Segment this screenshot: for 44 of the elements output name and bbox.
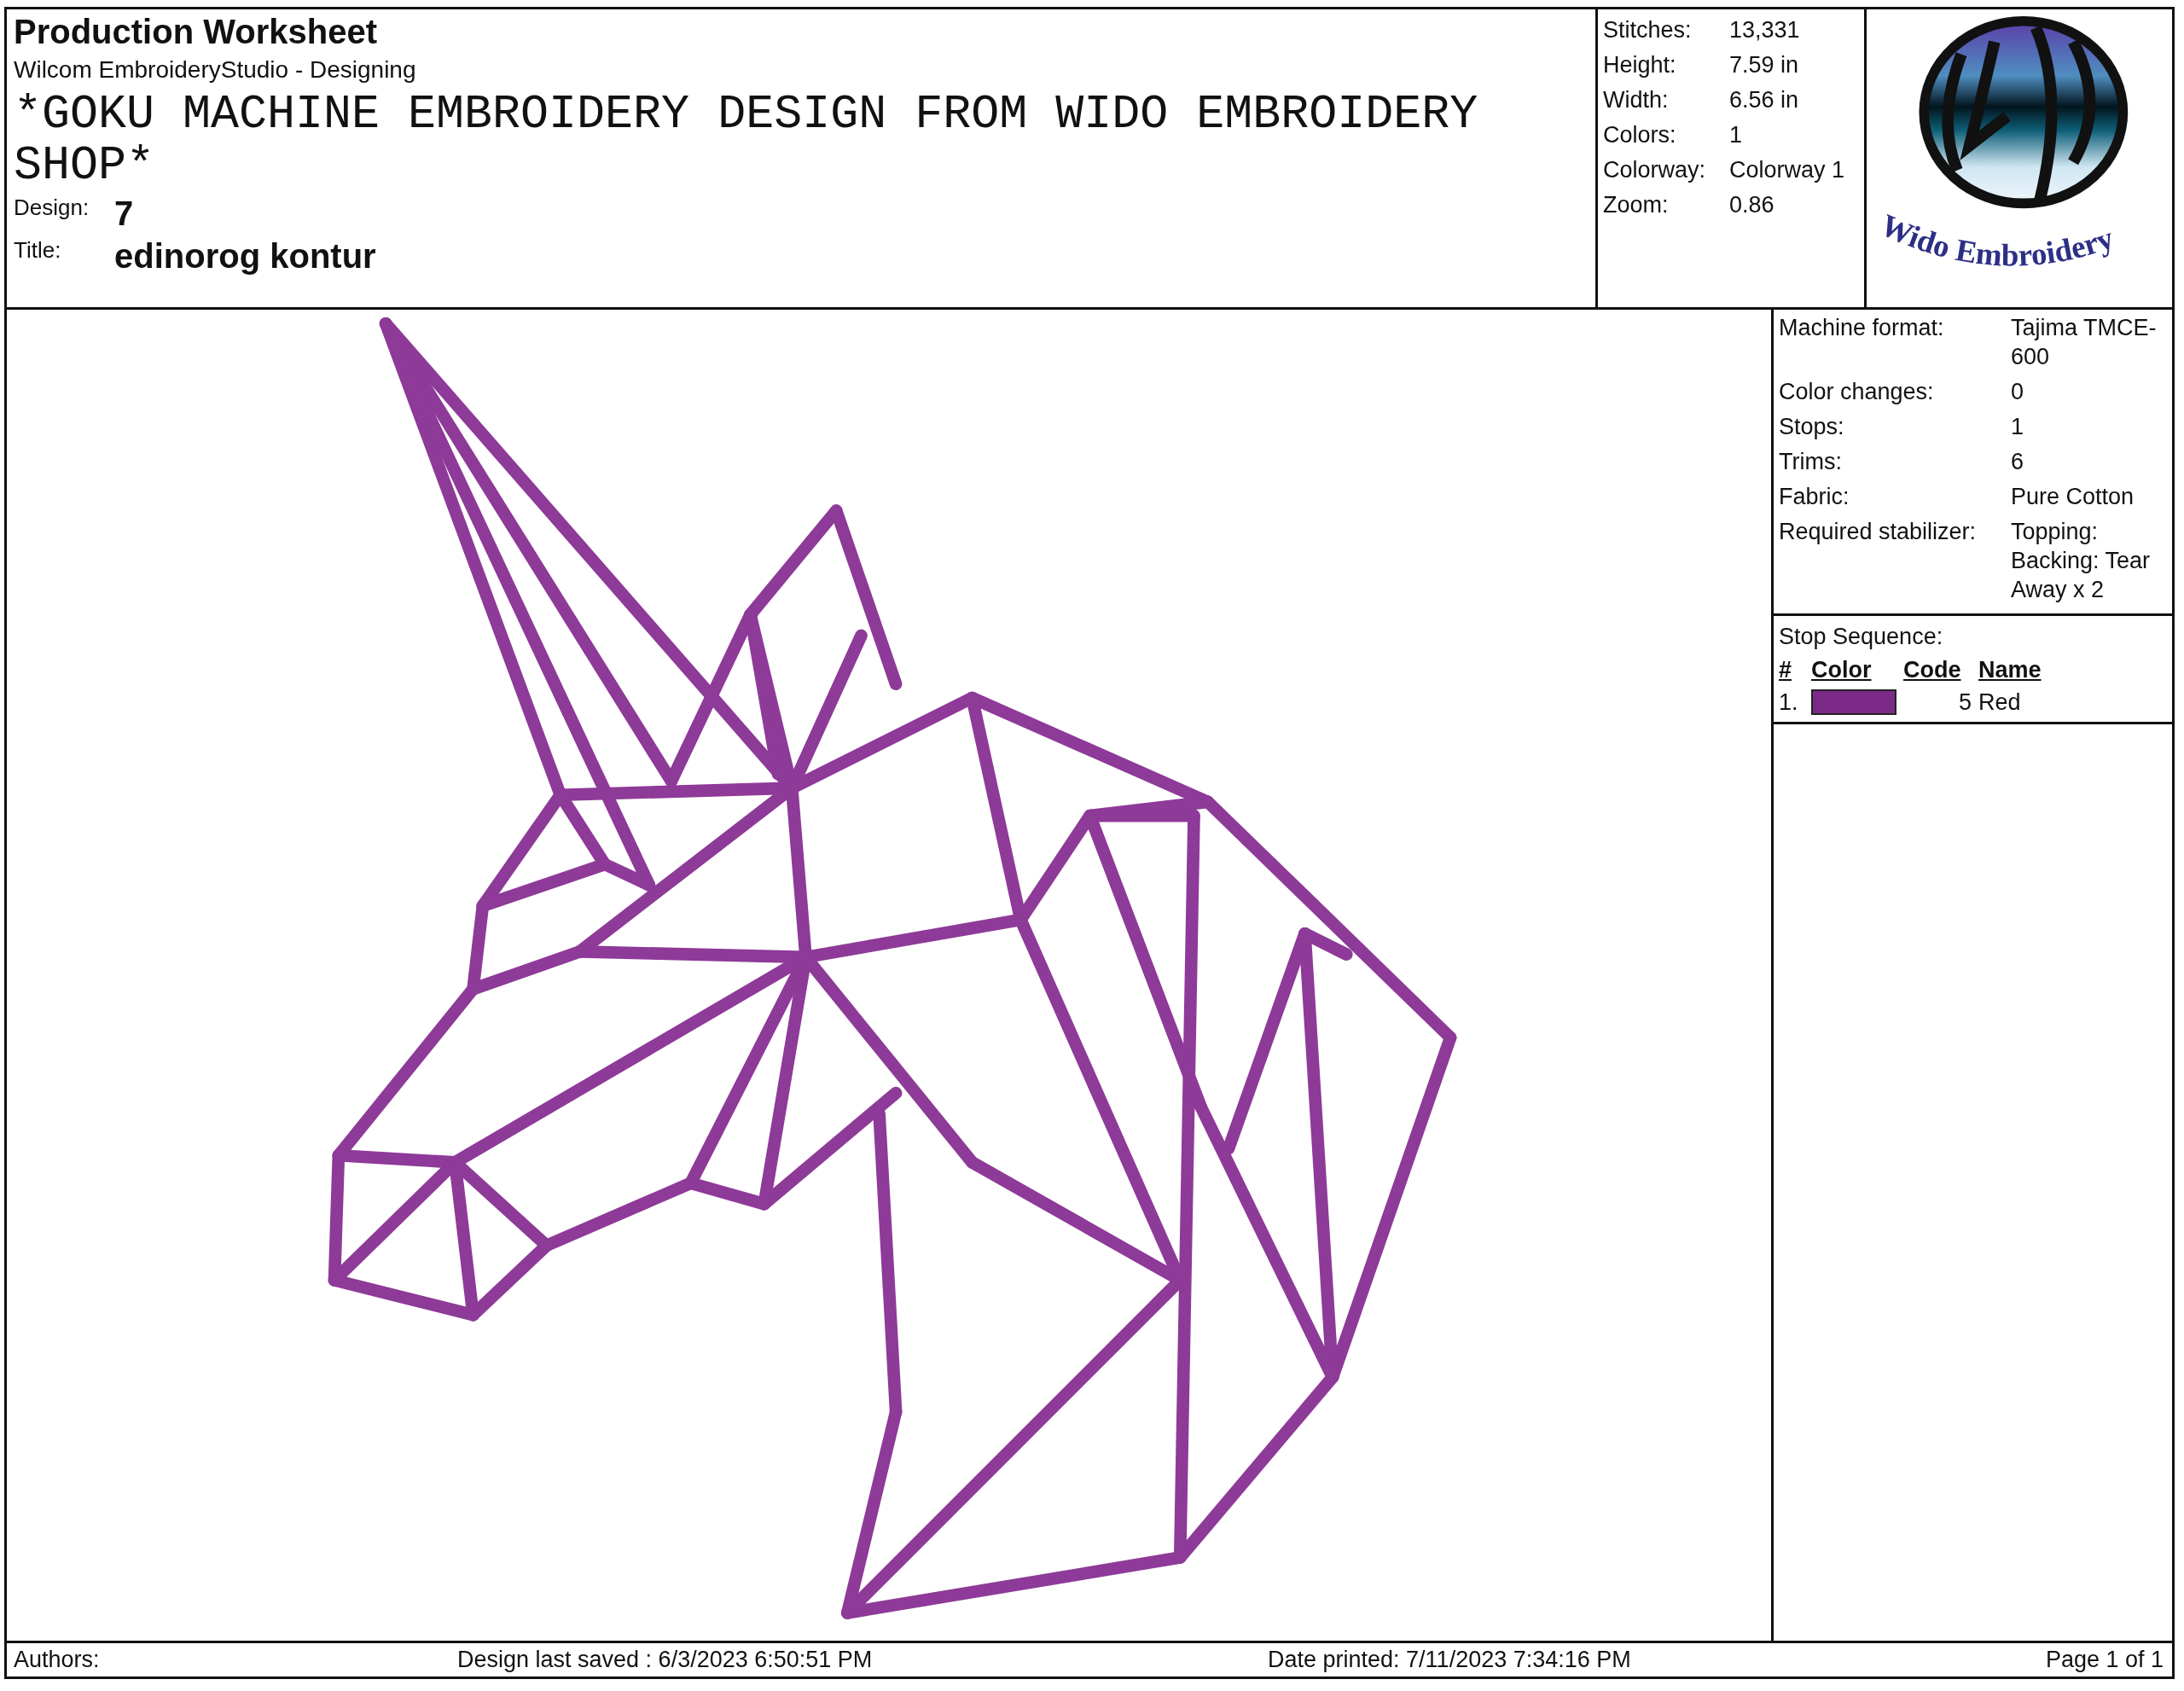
field-value: edinorog kontur	[114, 236, 376, 276]
design-description: *GOKU MACHINE EMBROIDERY DESIGN FROM WIDO EMBROIDERY SHOP*	[14, 90, 1479, 192]
info-label: Trims:	[1779, 447, 1843, 476]
field-label: Design:	[14, 194, 90, 222]
stat-value: 13,331	[1729, 16, 1801, 44]
info-value: Pure Cotton	[2011, 482, 2135, 511]
field-value: 7	[114, 194, 134, 234]
stat-value: Colorway 1	[1729, 156, 1846, 184]
field-label: Title:	[14, 236, 62, 264]
column-header: Name	[1978, 655, 2042, 684]
info-label: Fabric:	[1779, 482, 1850, 511]
info-label: Color changes:	[1779, 377, 1935, 406]
stat-value: 7.59 in	[1729, 51, 1800, 79]
worksheet-title: Production Worksheet	[14, 13, 378, 50]
info-label: Machine format:	[1779, 313, 1945, 342]
column-header: #	[1779, 655, 1793, 684]
info-value: 6	[2011, 447, 2025, 476]
color-name: Red	[1978, 688, 2022, 717]
printed-date: Date printed: 7/11/2023 7:34:16 PM	[1268, 1646, 1632, 1673]
stop-number: 1.	[1779, 688, 1799, 717]
info-value: 1	[2011, 412, 2025, 441]
stop-sequence-title: Stop Sequence:	[1779, 622, 1944, 651]
color-code: 5	[1957, 688, 1972, 717]
stat-value: 0.86	[1729, 191, 1775, 219]
stat-label: Width:	[1603, 86, 1670, 114]
stat-label: Colorway:	[1603, 156, 1707, 184]
stat-label: Height:	[1603, 51, 1677, 79]
stat-label: Zoom:	[1603, 191, 1670, 219]
info-value: Tajima TMCE-600	[2011, 313, 2158, 371]
logo-text: Wido Embroidery	[1875, 207, 2118, 273]
authors-label: Authors:	[14, 1646, 101, 1673]
info-value: Topping: Backing: Tear Away x 2	[2011, 517, 2152, 604]
software-name: Wilcom EmbroideryStudio - Designing	[14, 55, 417, 84]
column-header: Color	[1811, 655, 1873, 684]
stat-label: Colors:	[1603, 121, 1677, 149]
info-value: 0	[2011, 377, 2025, 406]
last-saved-date: Design last saved : 6/3/2023 6:50:51 PM	[457, 1646, 874, 1673]
page-number: Page 1 of 1	[2044, 1646, 2164, 1673]
stat-value: 6.56 in	[1729, 86, 1800, 114]
stat-value: 1	[1729, 121, 1744, 149]
column-header: Code	[1903, 655, 1962, 684]
info-label: Stops:	[1779, 412, 1845, 441]
info-label: Required stabilizer:	[1779, 517, 1978, 546]
stat-label: Stitches:	[1603, 16, 1693, 44]
